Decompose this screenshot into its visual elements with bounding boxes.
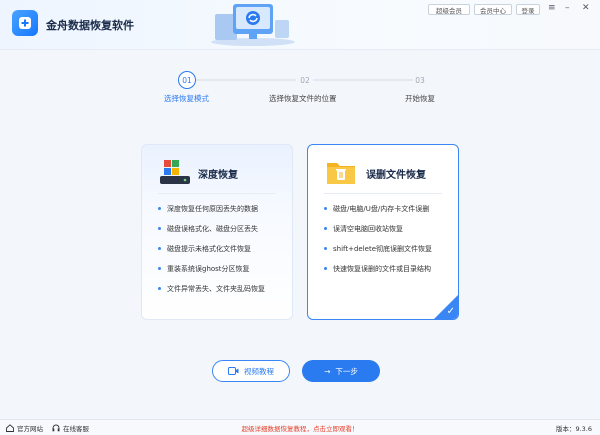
app-title: 金舟数据恢复软件 xyxy=(46,19,134,32)
next-step-button[interactable]: → 下一步 xyxy=(302,360,380,382)
feature-item: 深度恢复任何原因丢失的数据 xyxy=(158,204,258,214)
next-step-label: 下一步 xyxy=(335,366,358,376)
step-1-label: 选择恢复模式 xyxy=(164,94,209,103)
status-bar: 官方网站 在线客服 超级详细数据恢复教程，点击立即观看！ 版本：9.3.6 xyxy=(0,419,600,435)
video-tutorial-label: 视频教程 xyxy=(244,366,274,376)
step-connector xyxy=(313,79,413,81)
feature-item: 磁盘/电脑/U盘/内存卡文件误删 xyxy=(324,204,429,214)
tutorial-promo-link[interactable]: 超级详细数据恢复教程，点击立即观看！ xyxy=(0,423,600,433)
app-logo-icon xyxy=(12,10,38,36)
title-bar: 金舟数据恢复软件 超级会员 会员中心 登录 ≡ – ✕ xyxy=(0,0,600,50)
windows-drive-icon xyxy=(160,159,190,188)
feature-item: shift+delete彻底误删文件恢复 xyxy=(324,244,432,254)
feature-item: 误清空电脑回收站恢复 xyxy=(324,224,403,234)
recycle-folder-icon xyxy=(326,159,356,188)
deep-recovery-card[interactable]: 深度恢复 深度恢复任何原因丢失的数据 磁盘误格式化、磁盘分区丢失 磁盘提示未格式… xyxy=(141,144,293,320)
deep-recovery-title: 深度恢复 xyxy=(198,170,238,181)
step-2-number: 02 xyxy=(300,75,310,85)
version-text: 版本：9.3.6 xyxy=(555,425,592,433)
step-3-label: 开始恢复 xyxy=(405,94,435,103)
card-divider xyxy=(158,193,276,194)
step-connector xyxy=(196,79,296,81)
deleted-file-recovery-title: 误删文件恢复 xyxy=(366,170,426,181)
feature-item: 文件异常丢失、文件夹乱码恢复 xyxy=(158,284,265,294)
hero-illustration-icon xyxy=(205,0,300,46)
member-center-button[interactable]: 会员中心 xyxy=(474,4,512,15)
deleted-file-recovery-card[interactable]: 误删文件恢复 磁盘/电脑/U盘/内存卡文件误删 误清空电脑回收站恢复 shift… xyxy=(307,144,459,320)
feature-item: 磁盘提示未格式化文件恢复 xyxy=(158,244,251,254)
card-divider xyxy=(324,193,442,194)
login-button[interactable]: 登录 xyxy=(516,4,540,15)
check-icon: ✓ xyxy=(446,306,455,317)
arrow-right-icon: → xyxy=(324,366,331,376)
close-icon[interactable]: ✕ xyxy=(582,3,590,13)
menu-icon[interactable]: ≡ xyxy=(548,3,556,13)
minimize-icon[interactable]: – xyxy=(565,3,570,13)
feature-item: 重装系统误ghost分区恢复 xyxy=(158,264,250,274)
step-3-number: 03 xyxy=(415,75,425,85)
video-tutorial-button[interactable]: 视频教程 xyxy=(212,360,290,382)
vip-button[interactable]: 超级会员 xyxy=(428,4,470,15)
step-1-number: 01 xyxy=(178,71,196,89)
feature-item: 快速恢复误删的文件或目录结构 xyxy=(324,264,431,274)
feature-item: 磁盘误格式化、磁盘分区丢失 xyxy=(158,224,258,234)
step-2-label: 选择恢复文件的位置 xyxy=(269,94,337,103)
video-camera-icon xyxy=(228,367,239,375)
